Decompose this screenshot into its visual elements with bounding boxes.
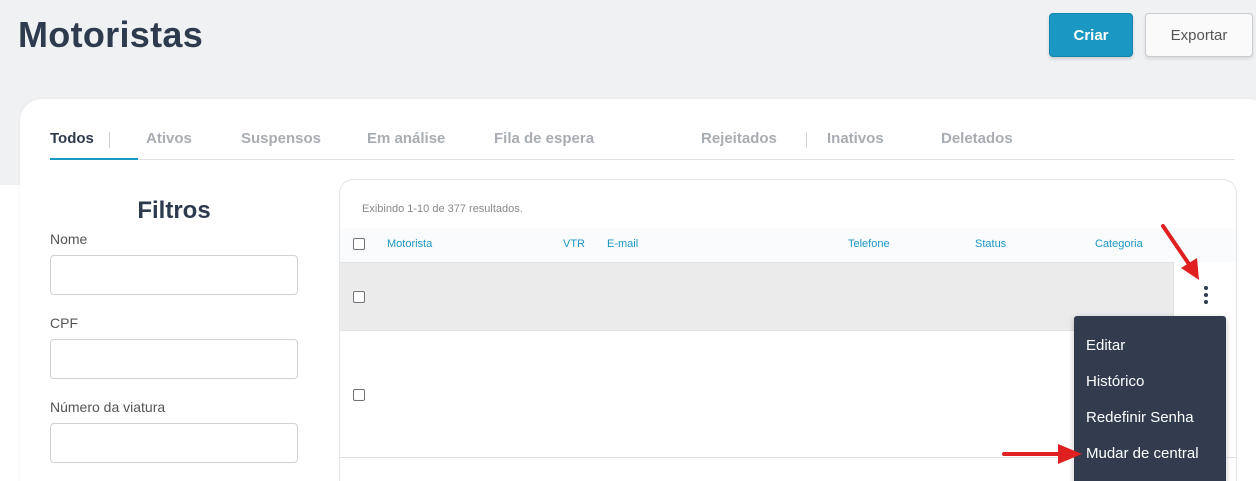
menu-item-redefinir-senha[interactable]: Redefinir Senha (1086, 409, 1194, 426)
tabs-divider (50, 159, 1235, 160)
filter-label-cpf: CPF (50, 315, 78, 331)
column-header-email[interactable]: E-mail (607, 238, 638, 250)
row-actions-menu: Editar Histórico Redefinir Senha Mudar d… (1074, 316, 1226, 481)
filter-label-numero-viatura: Número da viatura (50, 399, 166, 415)
export-button[interactable]: Exportar (1145, 13, 1253, 57)
row-checkbox[interactable] (353, 291, 365, 303)
tab-ativos[interactable]: Ativos (146, 130, 192, 147)
filter-nome-input[interactable] (50, 255, 298, 295)
menu-item-editar[interactable]: Editar (1086, 337, 1125, 354)
page-title: Motoristas (18, 14, 204, 55)
annotation-arrow-icon (1002, 444, 1082, 464)
row-checkbox[interactable] (353, 389, 365, 401)
create-button[interactable]: Criar (1049, 13, 1133, 57)
tab-separator (806, 132, 807, 148)
select-all-checkbox[interactable] (353, 238, 365, 250)
filter-label-nome: Nome (50, 231, 88, 247)
column-header-motorista[interactable]: Motorista (387, 238, 432, 250)
menu-item-mudar-de-central[interactable]: Mudar de central (1086, 445, 1199, 462)
tab-todos[interactable]: Todos (50, 130, 94, 147)
tab-deletados[interactable]: Deletados (941, 130, 1013, 147)
filters-title: Filtros (137, 197, 211, 224)
column-header-vtr[interactable]: VTR (563, 238, 585, 250)
active-tab-indicator (50, 158, 138, 160)
filter-numero-viatura-input[interactable] (50, 423, 298, 463)
menu-item-historico[interactable]: Histórico (1086, 373, 1144, 390)
tab-separator (109, 132, 110, 148)
tab-rejeitados[interactable]: Rejeitados (701, 130, 777, 147)
column-header-categoria[interactable]: Categoria (1095, 238, 1143, 250)
annotation-arrow-icon (1161, 224, 1199, 280)
tab-em-analise[interactable]: Em análise (367, 130, 445, 147)
tab-fila-de-espera[interactable]: Fila de espera (494, 130, 594, 147)
results-count: Exibindo 1-10 de 377 resultados. (362, 203, 523, 215)
tab-suspensos[interactable]: Suspensos (241, 130, 321, 147)
filter-cpf-input[interactable] (50, 339, 298, 379)
column-header-status[interactable]: Status (975, 238, 1006, 250)
column-header-telefone[interactable]: Telefone (848, 238, 890, 250)
row-actions-kebab-icon[interactable] (1199, 285, 1213, 307)
tab-inativos[interactable]: Inativos (827, 130, 884, 147)
